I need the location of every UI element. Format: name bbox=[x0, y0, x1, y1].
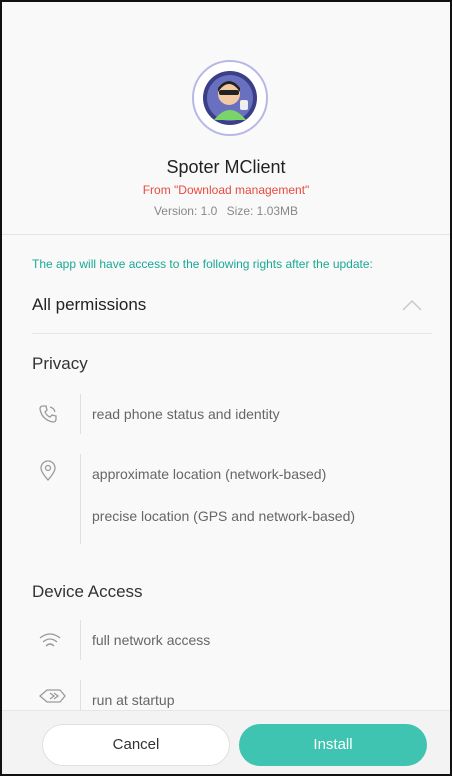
section-title-device-access: Device Access bbox=[32, 582, 143, 601]
size-label: Size: 1.03MB bbox=[226, 204, 299, 218]
install-source: From "Download management" bbox=[142, 183, 310, 197]
chevron-up-icon bbox=[402, 299, 422, 311]
install-dialog: Spoter MClient From "Download management… bbox=[0, 0, 452, 776]
all-permissions-toggle[interactable]: All permissions bbox=[32, 293, 432, 334]
vertical-divider bbox=[80, 394, 81, 434]
startup-icon bbox=[39, 689, 66, 703]
wifi-icon bbox=[39, 633, 61, 647]
app-name: Spoter MClient bbox=[166, 157, 286, 177]
permissions-notice: The app will have access to the followin… bbox=[32, 257, 373, 271]
location-pin-icon bbox=[40, 460, 56, 481]
version-label: Version: 1.0 bbox=[153, 204, 218, 218]
cancel-button[interactable]: Cancel bbox=[42, 724, 230, 766]
permission-full-network-access: full network access bbox=[92, 632, 211, 648]
all-permissions-label: All permissions bbox=[32, 295, 147, 314]
divider bbox=[2, 234, 450, 235]
phone-icon bbox=[39, 405, 57, 423]
app-icon bbox=[192, 60, 268, 136]
vertical-divider bbox=[80, 454, 81, 544]
permission-read-phone-status: read phone status and identity bbox=[92, 406, 280, 422]
app-header: Spoter MClient From "Download management… bbox=[2, 2, 450, 232]
section-title-privacy: Privacy bbox=[32, 354, 88, 373]
action-bar: Cancel Install bbox=[2, 710, 450, 774]
vertical-divider bbox=[80, 620, 81, 660]
permission-run-at-startup: run at startup bbox=[92, 692, 175, 708]
app-meta: Version: 1.0 Size: 1.03MB bbox=[2, 204, 450, 218]
vertical-divider bbox=[80, 680, 81, 710]
install-button[interactable]: Install bbox=[239, 724, 427, 766]
permission-approximate-location: approximate location (network-based) bbox=[92, 466, 327, 482]
permission-precise-location: precise location (GPS and network-based) bbox=[92, 508, 356, 524]
